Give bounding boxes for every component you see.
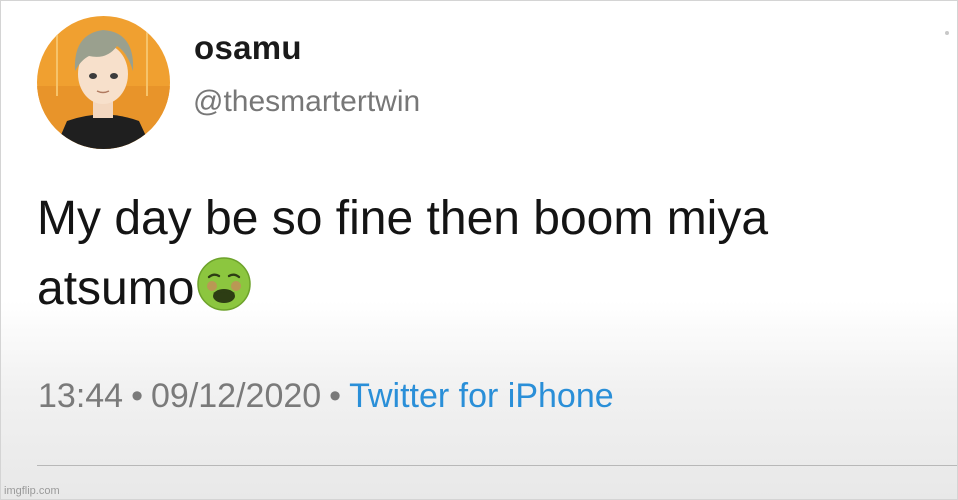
tweet-date[interactable]: 09/12/2020 [151, 377, 321, 415]
profile-avatar[interactable] [37, 16, 170, 149]
display-name[interactable]: osamu [194, 29, 302, 67]
tweet-text-line-2: atsumo [37, 254, 937, 324]
user-handle[interactable]: @thesmartertwin [193, 85, 420, 119]
nauseated-face-icon [197, 257, 252, 311]
tweet-text: My day be so fine then boom miya atsumo [37, 184, 937, 324]
divider [37, 465, 957, 466]
tweet-text-line-1: My day be so fine then boom miya [37, 192, 769, 245]
tweet-text-line-2-text: atsumo [37, 262, 195, 315]
tweet-source-link[interactable]: Twitter for iPhone [349, 377, 614, 415]
separator-dot: • [131, 377, 143, 415]
tweet-card: osamu @thesmartertwin My day be so fine … [0, 0, 958, 500]
separator-dot-2: • [329, 377, 342, 415]
tweet-metadata: 13:44 • 09/12/2020 • Twitter for iPhone [38, 377, 614, 416]
corner-dot [945, 31, 949, 35]
avatar-icon [37, 16, 170, 149]
watermark: imgflip.com [4, 485, 60, 497]
tweet-time[interactable]: 13:44 [38, 377, 123, 415]
